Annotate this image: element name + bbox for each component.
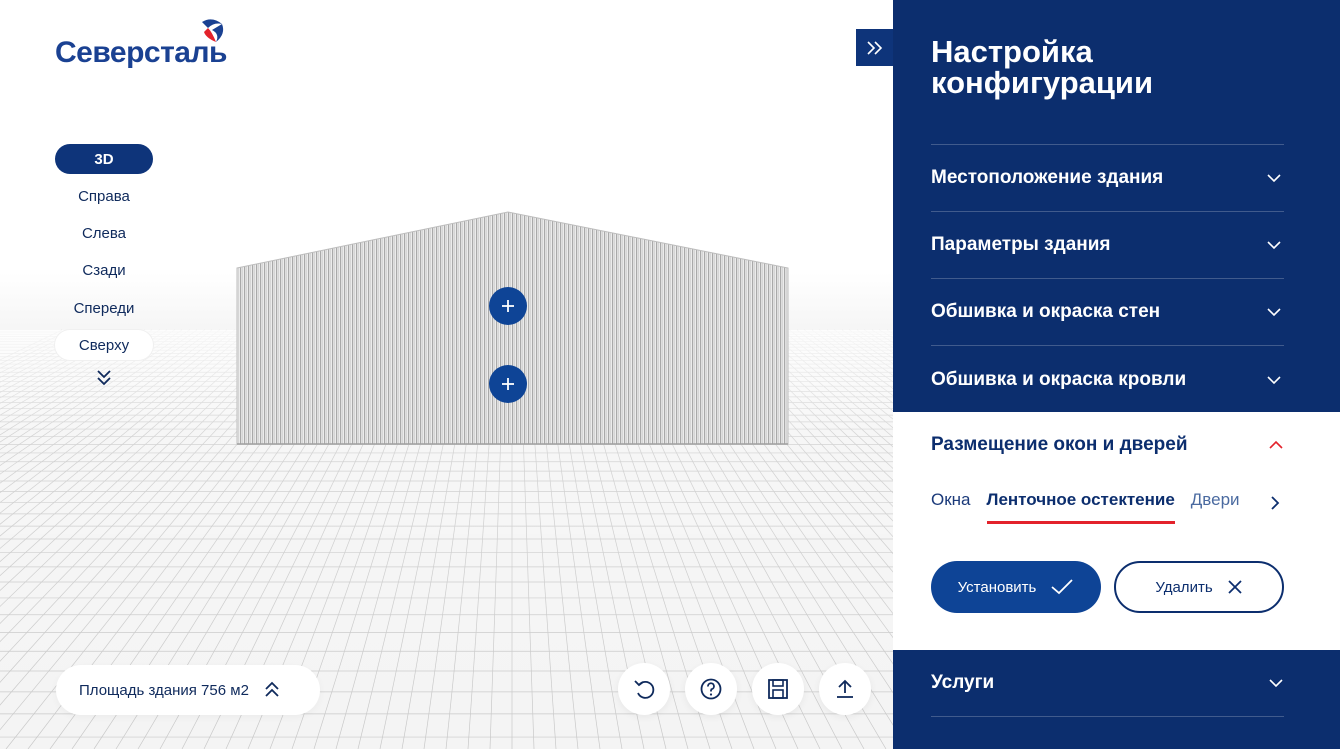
- view-left[interactable]: Слева: [55, 219, 153, 249]
- tabs-scroll-right-button[interactable]: [1266, 492, 1284, 514]
- tab-windows[interactable]: Окна: [931, 490, 971, 518]
- section-label: Обшивка и окраска стен: [931, 301, 1161, 322]
- tab-strip-glazing[interactable]: Ленточное остектение: [986, 490, 1175, 524]
- section-label: Местоположение здания: [931, 167, 1164, 188]
- view-switcher: 3D Справа Слева Сзади Спереди Сверху: [55, 144, 153, 388]
- section-label: Обшивка и окраска кровли: [931, 368, 1187, 390]
- chevron-right-icon: [1271, 496, 1280, 510]
- double-chevron-down-icon: [97, 370, 111, 386]
- delete-button[interactable]: Удалить: [1114, 561, 1284, 613]
- building-facade: [236, 211, 789, 445]
- section-windows-doors-header[interactable]: Размещение окон и дверей: [931, 434, 1284, 456]
- export-button[interactable]: [819, 663, 871, 715]
- section-building-location[interactable]: Местоположение здания: [931, 145, 1284, 212]
- section-label: Размещение окон и дверей: [931, 434, 1188, 455]
- configuration-panel: Настройка конфигурации Местоположение зд…: [893, 0, 1340, 749]
- section-services[interactable]: Услуги: [931, 650, 1284, 717]
- plus-icon: [502, 300, 514, 312]
- save-icon: [768, 679, 788, 699]
- install-button[interactable]: Установить: [931, 561, 1101, 613]
- viewport-3d[interactable]: Северсталь 3D Справа Слева Сзади Спереди…: [0, 0, 893, 749]
- chevron-down-icon: [1267, 241, 1281, 250]
- install-button-label: Установить: [957, 578, 1037, 596]
- building-area-label: Площадь здания 756 м2: [79, 681, 249, 699]
- section-windows-doors: Размещение окон и дверей Окна Ленточное …: [893, 412, 1340, 650]
- chevron-up-icon: [1269, 440, 1283, 449]
- chevron-down-icon: [1267, 375, 1281, 384]
- section-label: Услуги: [931, 672, 995, 693]
- double-chevron-right-icon: [866, 40, 882, 55]
- collapse-panel-button[interactable]: [856, 29, 893, 66]
- undo-icon: [634, 680, 655, 699]
- help-icon: [700, 678, 722, 700]
- help-button[interactable]: [685, 663, 737, 715]
- logo-mark-icon: [202, 19, 224, 42]
- upload-icon: [837, 679, 853, 698]
- view-more-button[interactable]: [55, 368, 153, 388]
- building-area-indicator[interactable]: Площадь здания 756 м2: [56, 665, 320, 715]
- delete-button-label: Удалить: [1155, 578, 1213, 596]
- view-front[interactable]: Спереди: [55, 293, 153, 323]
- view-top[interactable]: Сверху: [55, 330, 153, 361]
- chevron-down-icon: [1267, 174, 1281, 183]
- view-right[interactable]: Справа: [55, 181, 153, 211]
- plus-icon: [502, 378, 514, 390]
- section-label: Параметры здания: [931, 234, 1111, 255]
- double-chevron-up-icon: [265, 681, 279, 697]
- section-building-parameters[interactable]: Параметры здания: [931, 212, 1284, 279]
- panel-title: Настройка конфигурации: [931, 34, 1154, 100]
- tab-doors[interactable]: Двери: [1191, 490, 1240, 518]
- close-icon: [1228, 580, 1242, 594]
- chevron-down-icon: [1267, 308, 1281, 317]
- placement-tabs: Окна Ленточное остектение Двери: [931, 490, 1284, 530]
- view-back[interactable]: Сзади: [55, 256, 153, 286]
- section-wall-cladding[interactable]: Обшивка и окраска стен: [931, 279, 1284, 346]
- undo-button[interactable]: [618, 663, 670, 715]
- config-sections: Местоположение здания Параметры здания О…: [931, 144, 1284, 413]
- add-element-hotspot-lower[interactable]: [489, 365, 527, 403]
- add-element-hotspot-upper[interactable]: [489, 287, 527, 325]
- save-button[interactable]: [752, 663, 804, 715]
- checkmark-icon: [1051, 579, 1073, 595]
- chevron-down-icon: [1269, 679, 1283, 688]
- severstal-logo: Северсталь: [55, 18, 230, 74]
- view-3d[interactable]: 3D: [55, 144, 153, 174]
- section-roof-cladding[interactable]: Обшивка и окраска кровли: [931, 346, 1284, 413]
